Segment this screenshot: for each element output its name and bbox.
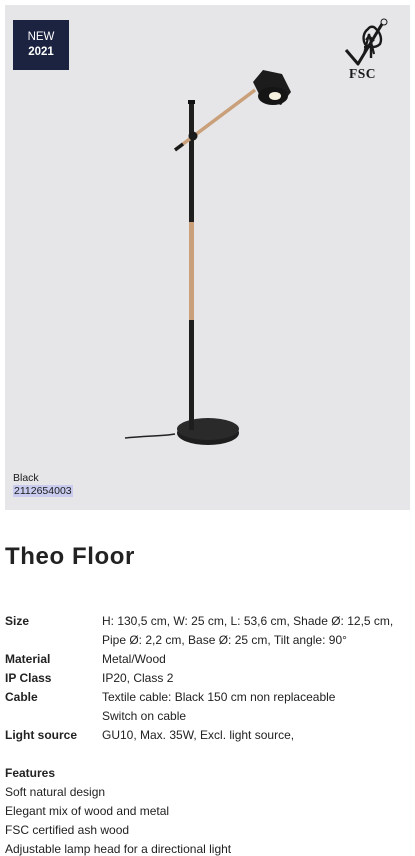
fsc-logo-text: FSC — [349, 66, 377, 81]
feature-item: FSC certified ash wood — [5, 823, 130, 837]
badge-year: 2021 — [28, 46, 54, 58]
product-title: Theo Floor — [5, 543, 135, 570]
spec-label-cable: Cable — [5, 690, 38, 704]
feature-item: Adjustable lamp head for a directional l… — [5, 842, 232, 856]
spec-label-size: Size — [5, 614, 30, 628]
spec-value-light-source: GU10, Max. 35W, Excl. light source, — [102, 728, 295, 742]
feature-item: Elegant mix of wood and metal — [5, 804, 170, 818]
spec-label-ip-class: IP Class — [5, 671, 52, 685]
spec-label-light-source: Light source — [5, 728, 78, 742]
spec-value-cable-line1: Textile cable: Black 150 cm non replacea… — [102, 690, 336, 704]
spec-value-cable-line2: Switch on cable — [102, 709, 187, 723]
color-name: Black — [13, 472, 39, 484]
spec-value-ip-class: IP20, Class 2 — [102, 671, 174, 685]
new-badge: NEW 2021 — [13, 20, 69, 70]
floor-lamp-image — [124, 70, 291, 445]
badge-label: NEW — [27, 31, 55, 43]
spec-value-size-line1: H: 130,5 cm, W: 25 cm, L: 53,6 cm, Shade… — [102, 614, 394, 628]
spec-value-material: Metal/Wood — [102, 652, 166, 666]
feature-item: Soft natural design — [5, 785, 106, 799]
spec-value-size-line2: Pipe Ø: 2,2 cm, Base Ø: 25 cm, Tilt angl… — [102, 633, 347, 647]
spec-label-material: Material — [5, 652, 51, 666]
sku-number: 2112654003 — [13, 485, 73, 497]
features-heading: Features — [5, 766, 56, 780]
